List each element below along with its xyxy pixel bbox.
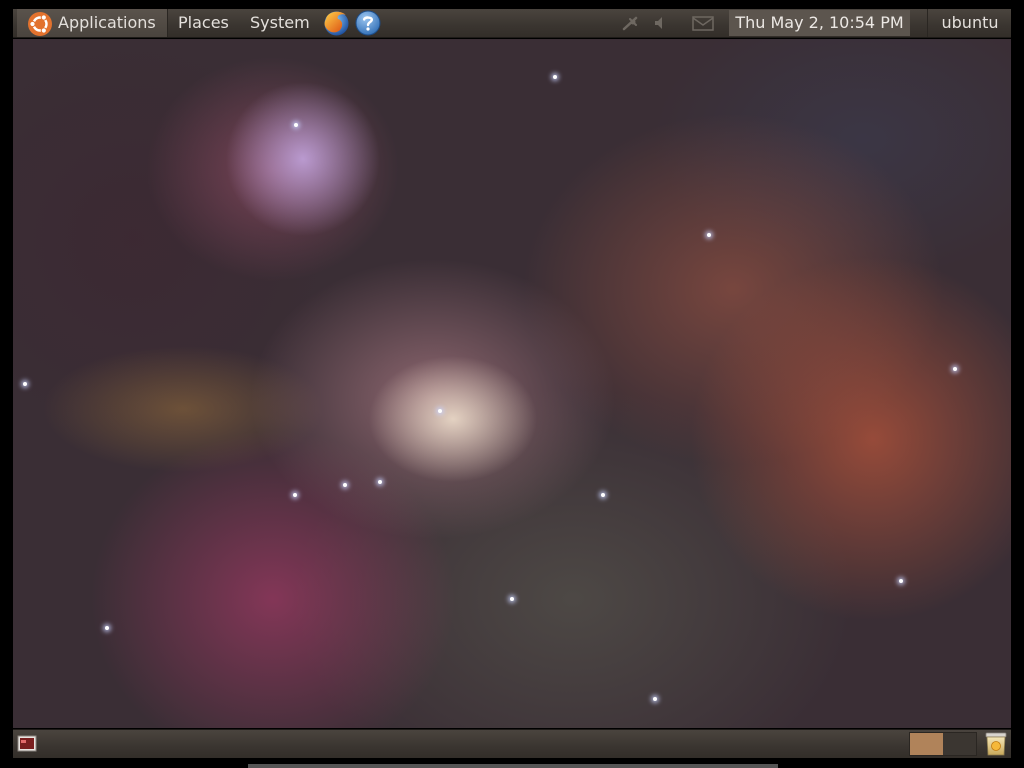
volume-icon[interactable] bbox=[651, 14, 669, 32]
places-menu[interactable]: Places bbox=[178, 9, 229, 37]
star bbox=[510, 597, 514, 601]
mail-icon[interactable] bbox=[691, 15, 715, 32]
star bbox=[553, 75, 557, 79]
star bbox=[707, 233, 711, 237]
star bbox=[343, 483, 347, 487]
star bbox=[378, 480, 382, 484]
system-menu[interactable]: System bbox=[250, 9, 310, 37]
star bbox=[899, 579, 903, 583]
applications-menu-label: Applications bbox=[58, 13, 156, 32]
star bbox=[23, 382, 27, 386]
screen: Applications Places System Thu May 2, 10… bbox=[0, 0, 1024, 768]
clock[interactable]: Thu May 2, 10:54 PM bbox=[729, 10, 910, 36]
network-icon[interactable] bbox=[621, 14, 641, 32]
star bbox=[653, 697, 657, 701]
help-icon[interactable] bbox=[355, 10, 381, 36]
user-menu[interactable]: ubuntu bbox=[927, 9, 1012, 37]
firefox-icon[interactable] bbox=[322, 9, 351, 38]
show-desktop-icon[interactable] bbox=[17, 735, 37, 752]
star bbox=[105, 626, 109, 630]
workspace-1[interactable] bbox=[910, 733, 943, 755]
star bbox=[438, 409, 442, 413]
bottom-strip bbox=[248, 764, 778, 768]
star bbox=[293, 493, 297, 497]
applications-menu[interactable]: Applications bbox=[17, 9, 168, 37]
star bbox=[601, 493, 605, 497]
workspace-switcher bbox=[909, 732, 977, 756]
bottom-panel bbox=[13, 729, 1011, 758]
workspace-2[interactable] bbox=[943, 733, 976, 755]
desktop-wallpaper[interactable] bbox=[13, 39, 1011, 728]
star bbox=[953, 367, 957, 371]
top-panel: Applications Places System Thu May 2, 10… bbox=[13, 9, 1011, 38]
trash-icon[interactable] bbox=[983, 731, 1009, 757]
ubuntu-logo-icon bbox=[28, 12, 52, 36]
star bbox=[294, 123, 298, 127]
